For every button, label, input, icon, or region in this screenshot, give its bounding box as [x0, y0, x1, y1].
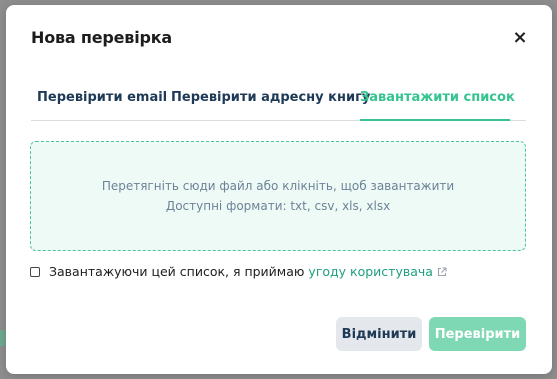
close-icon: × — [512, 26, 528, 48]
consent-row: Завантажуючи цей список, я приймаю угоду… — [30, 264, 447, 279]
tab-bar: Перевірити email Перевірити адресну книг… — [31, 85, 526, 121]
check-button[interactable]: Перевірити — [429, 317, 526, 351]
cancel-button[interactable]: Відмінити — [336, 317, 422, 351]
consent-text: Завантажуючи цей список, я приймаю — [49, 264, 305, 279]
tab-check-email[interactable]: Перевірити email — [37, 85, 167, 121]
external-link-icon — [437, 266, 447, 276]
file-dropzone[interactable]: Перетягніть сюди файл або клікніть, щоб … — [30, 141, 526, 251]
modal-title: Нова перевірка — [31, 28, 173, 47]
close-button[interactable]: × — [506, 25, 534, 49]
consent-checkbox[interactable] — [30, 266, 40, 277]
dropzone-instruction: Перетягніть сюди файл або клікніть, щоб … — [101, 179, 455, 193]
tab-upload-list[interactable]: Завантажити список — [360, 85, 515, 121]
tab-check-address-book[interactable]: Перевірити адресну книгу — [171, 85, 370, 121]
terms-link[interactable]: угоду користувача — [308, 264, 433, 279]
new-check-modal: Нова перевірка × Перевірити email Переві… — [6, 5, 552, 374]
dropzone-formats: Доступні формати: txt, csv, xls, xlsx — [165, 199, 391, 213]
